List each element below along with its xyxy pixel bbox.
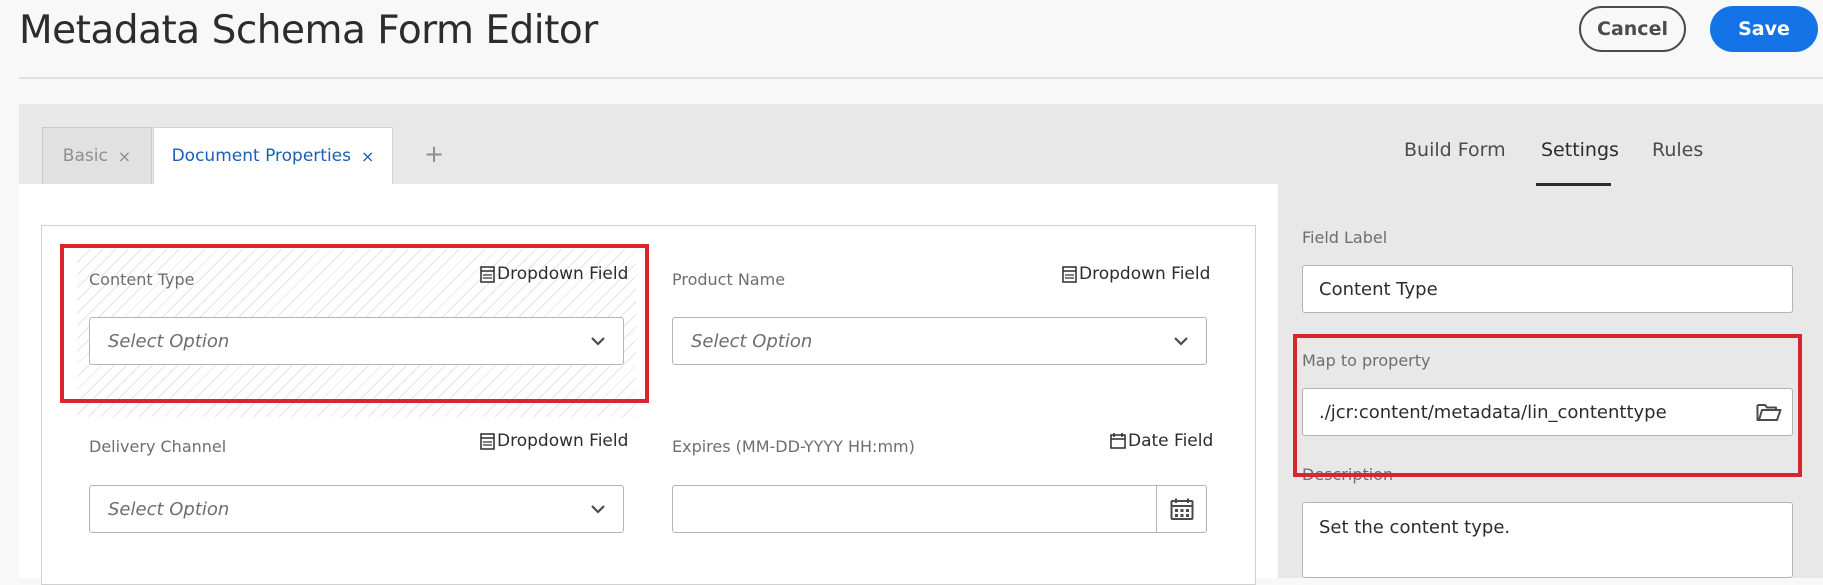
field-label-delivery-channel: Delivery Channel bbox=[89, 437, 227, 456]
field-type-label: Date Field bbox=[1128, 431, 1214, 451]
field-type-badge: Dropdown Field bbox=[1062, 264, 1210, 284]
close-icon[interactable]: × bbox=[118, 147, 131, 166]
calendar-icon bbox=[1170, 498, 1193, 520]
chevron-down-icon bbox=[591, 505, 605, 514]
field-type-label: Dropdown Field bbox=[1079, 264, 1211, 284]
expires-date-input[interactable] bbox=[672, 485, 1207, 533]
tab-settings[interactable]: Settings bbox=[1541, 139, 1619, 161]
header-divider bbox=[19, 77, 1823, 79]
tab-document-properties[interactable]: Document Properties × bbox=[153, 127, 393, 184]
field-type-label: Dropdown Field bbox=[497, 431, 629, 451]
dropdown-field-icon bbox=[1062, 265, 1077, 283]
dropdown-field-icon bbox=[480, 432, 495, 450]
product-name-select[interactable]: Select Option bbox=[672, 317, 1207, 365]
field-label-input[interactable]: Content Type bbox=[1302, 265, 1793, 313]
cancel-button[interactable]: Cancel bbox=[1579, 6, 1686, 52]
field-label-expires: Expires (MM-DD-YYYY HH:mm) bbox=[672, 437, 915, 456]
select-placeholder: Select Option bbox=[108, 498, 230, 520]
select-placeholder: Select Option bbox=[691, 330, 813, 352]
page-title: Metadata Schema Form Editor bbox=[19, 8, 598, 53]
close-icon[interactable]: × bbox=[361, 147, 374, 166]
delivery-channel-select[interactable]: Select Option bbox=[89, 485, 624, 533]
save-button[interactable]: Save bbox=[1710, 6, 1818, 52]
description-textarea[interactable]: Set the content type. bbox=[1302, 502, 1793, 578]
date-field-icon bbox=[1110, 433, 1126, 449]
active-tab-indicator bbox=[1536, 183, 1611, 186]
tab-build-form[interactable]: Build Form bbox=[1404, 139, 1506, 161]
tab-label: Basic bbox=[62, 146, 108, 166]
tab-rules[interactable]: Rules bbox=[1652, 139, 1703, 161]
plus-icon[interactable]: + bbox=[424, 140, 444, 168]
tab-label: Document Properties bbox=[171, 146, 351, 166]
field-label-title: Field Label bbox=[1302, 228, 1388, 247]
field-type-badge: Dropdown Field bbox=[480, 431, 628, 451]
tab-basic[interactable]: Basic × bbox=[42, 127, 152, 184]
chevron-down-icon bbox=[1174, 337, 1188, 346]
field-type-badge: Date Field bbox=[1110, 431, 1213, 451]
selected-field-highlight bbox=[60, 244, 649, 403]
map-property-highlight bbox=[1293, 334, 1802, 477]
field-label-product-name: Product Name bbox=[672, 270, 786, 289]
calendar-button[interactable] bbox=[1156, 486, 1206, 532]
